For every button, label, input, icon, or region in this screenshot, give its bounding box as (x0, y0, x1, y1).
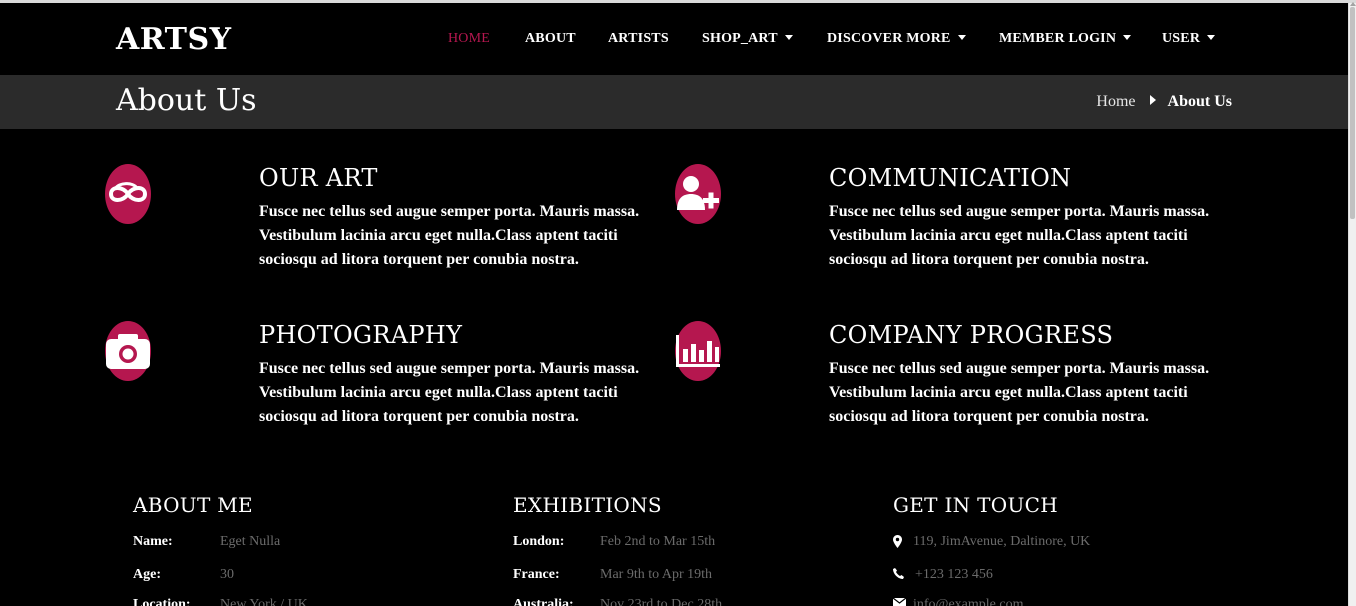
footer-get-in-touch: GET IN TOUCH 119, JimAvenue, Daltinore, … (893, 493, 1223, 606)
footer-title: GET IN TOUCH (893, 493, 1058, 517)
caret-down-icon (957, 35, 966, 40)
info-value: New York / UK (220, 597, 308, 606)
user-plus-icon (675, 164, 721, 224)
feature-title: COMMUNICATION (829, 164, 1072, 192)
footer-exhibitions: EXHIBITIONS London: Feb 2nd to Mar 15th … (513, 493, 843, 606)
caret-down-icon (1123, 35, 1132, 40)
nav-label: ABOUT (525, 31, 576, 46)
envelope-icon (893, 598, 906, 606)
info-value: 30 (220, 567, 234, 582)
info-value: Feb 2nd to Mar 15th (600, 534, 716, 549)
feature-text: Fusce nec tellus sed augue semper porta.… (259, 203, 640, 268)
footer-title: EXHIBITIONS (513, 493, 662, 517)
page-title: About Us (116, 83, 257, 118)
phone-icon (893, 568, 904, 579)
breadcrumb: Home About Us (1096, 93, 1232, 111)
nav-item-member-login[interactable]: MEMBER LOGIN (999, 31, 1132, 47)
feature-text: Fusce nec tellus sed augue semper porta.… (259, 360, 640, 425)
feature-photography: PHOTOGRAPHY Fusce nec tellus sed augue s… (259, 321, 739, 429)
bar-chart-icon (675, 321, 721, 381)
nav-label: USER (1162, 31, 1201, 46)
page-scrollbar[interactable] (1348, 2, 1356, 606)
info-label: Age: (133, 567, 161, 582)
nav-item-artists[interactable]: ARTISTS (608, 31, 669, 47)
feature-title: PHOTOGRAPHY (259, 321, 463, 349)
feature-text: Fusce nec tellus sed augue semper porta.… (829, 360, 1210, 425)
nav-item-home[interactable]: HOME (448, 31, 490, 47)
info-value: Mar 9th to Apr 19th (600, 567, 712, 582)
nav-item-shop-art[interactable]: SHOP_ART (702, 31, 793, 47)
cloud-infinity-icon (105, 164, 151, 224)
caret-right-icon (1149, 95, 1156, 105)
contact-value: 119, JimAvenue, Daltinore, UK (913, 534, 1091, 549)
scroll-up-arrow-icon[interactable] (1350, 2, 1356, 6)
contact-value: info@example.com (913, 597, 1024, 606)
scrollbar-thumb[interactable] (1350, 7, 1355, 219)
caret-down-icon (1207, 35, 1216, 40)
breadcrumb-current: About Us (1167, 93, 1232, 110)
footer-about-me: ABOUT ME Name: Eget Nulla Age: 30 Locati… (133, 493, 463, 606)
navbar: ARTSY HOME ABOUT ARTISTS SHOP_ART DISCOV… (0, 3, 1348, 75)
info-label: France: (513, 567, 560, 582)
info-label: Location: (133, 597, 191, 606)
nav-label: DISCOVER MORE (827, 31, 951, 46)
feature-company-progress: COMPANY PROGRESS Fusce nec tellus sed au… (829, 321, 1309, 429)
feature-title: COMPANY PROGRESS (829, 321, 1114, 349)
info-value: Nov 23rd to Dec 28th (600, 597, 723, 606)
page-header: About Us Home About Us (0, 75, 1348, 129)
info-label: Name: (133, 534, 173, 549)
contact-value: +123 123 456 (915, 567, 993, 582)
footer-title: ABOUT ME (133, 493, 253, 517)
feature-title: OUR ART (259, 164, 378, 192)
info-label: London: (513, 534, 565, 549)
breadcrumb-home-link[interactable]: Home (1096, 93, 1135, 110)
info-value: Eget Nulla (220, 534, 281, 549)
nav-item-about[interactable]: ABOUT (525, 31, 576, 47)
nav-label: ARTISTS (608, 31, 669, 46)
caret-down-icon (784, 35, 793, 40)
nav-label: HOME (448, 31, 491, 46)
nav-item-discover-more[interactable]: DISCOVER MORE (827, 31, 966, 47)
feature-our-art: OUR ART Fusce nec tellus sed augue sempe… (259, 164, 739, 272)
feature-text: Fusce nec tellus sed augue semper porta.… (829, 203, 1210, 268)
map-marker-icon (893, 535, 902, 548)
info-label: Australia: (513, 597, 574, 606)
brand-logo[interactable]: ARTSY (116, 22, 232, 57)
nav-item-user[interactable]: USER (1162, 31, 1216, 47)
camera-icon (105, 321, 151, 381)
nav-label: MEMBER LOGIN (999, 31, 1117, 46)
feature-communication: COMMUNICATION Fusce nec tellus sed augue… (829, 164, 1309, 272)
nav-label: SHOP_ART (702, 31, 778, 46)
